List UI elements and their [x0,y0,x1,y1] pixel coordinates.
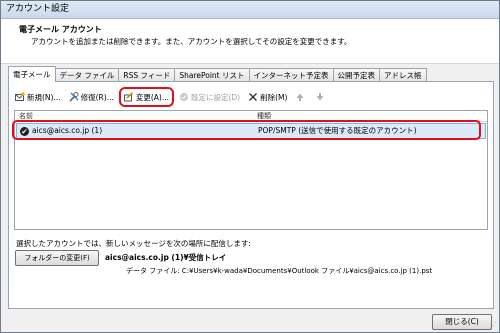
tab-data-files[interactable]: データ ファイル [54,68,120,82]
new-account-label: 新規(N)... [27,92,61,102]
tab-strip: 電子メール データ ファイル RSS フィード SharePoint リスト イ… [8,66,427,82]
new-account-button[interactable]: 新規(N)... [15,90,61,104]
window-title: アカウント設定 [1,1,499,19]
set-default-label: 既定に設定(D) [190,92,241,102]
repair-label: 修復(R)... [80,92,114,102]
repair-button[interactable]: 修復(R)... [69,90,114,104]
tab-rss-feeds[interactable]: RSS フィード [118,68,176,82]
resize-grip-icon[interactable]: ⋰ [489,321,497,330]
tab-published-calendars[interactable]: 公開予定表 [332,68,381,82]
delete-label: 削除(M) [260,92,288,102]
tab-internet-calendars[interactable]: インターネット予定表 [248,68,334,82]
account-toolbar: 新規(N)... 修復(R)... 変更(A)... 既定に設定(D) 削除(M… [15,87,335,107]
data-file-path: データ ファイル: C:¥Users¥k-wada¥Documents¥Outl… [126,267,433,275]
set-default-button[interactable]: 既定に設定(D) [179,90,240,104]
delete-x-icon [248,92,258,102]
change-edit-icon [123,92,134,102]
header-title: 電子メール アカウント [19,25,102,34]
change-label: 変更(A)... [135,92,169,102]
arrow-up-icon [295,92,305,102]
delete-button[interactable]: 削除(M) [248,90,287,104]
delivery-location: aics@aics.co.jp (1)¥受信トレイ [105,253,227,262]
close-button[interactable]: 閉じる(C) [432,314,492,330]
delivery-label: 選択したアカウントでは、新しいメッセージを次の場所に配信します: [16,239,251,248]
change-button[interactable]: 変更(A)... [118,87,174,107]
tab-address-books[interactable]: アドレス帳 [379,68,427,82]
new-mail-icon [15,92,25,102]
email-tab-panel: 新規(N)... 修復(R)... 変更(A)... 既定に設定(D) 削除(M… [8,81,494,309]
repair-tools-icon [69,92,79,102]
move-down-button[interactable] [315,90,327,104]
dialog-header: 電子メール アカウント アカウントを追加または削除できます。また、アカウントを選… [1,19,499,64]
header-subtitle: アカウントを追加または削除できます。また、アカウントを選択してその設定を変更でき… [31,37,352,46]
account-settings-window: アカウント設定 電子メール アカウント アカウントを追加または削除できます。また… [0,0,500,333]
set-default-check-icon [179,92,189,102]
move-up-button[interactable] [295,90,307,104]
tab-sharepoint-lists[interactable]: SharePoint リスト [174,68,250,82]
change-folder-button[interactable]: フォルダーの変更(F) [15,250,99,266]
arrow-down-icon [315,92,325,102]
tab-email[interactable]: 電子メール [8,66,56,82]
account-row-highlight [12,120,481,140]
